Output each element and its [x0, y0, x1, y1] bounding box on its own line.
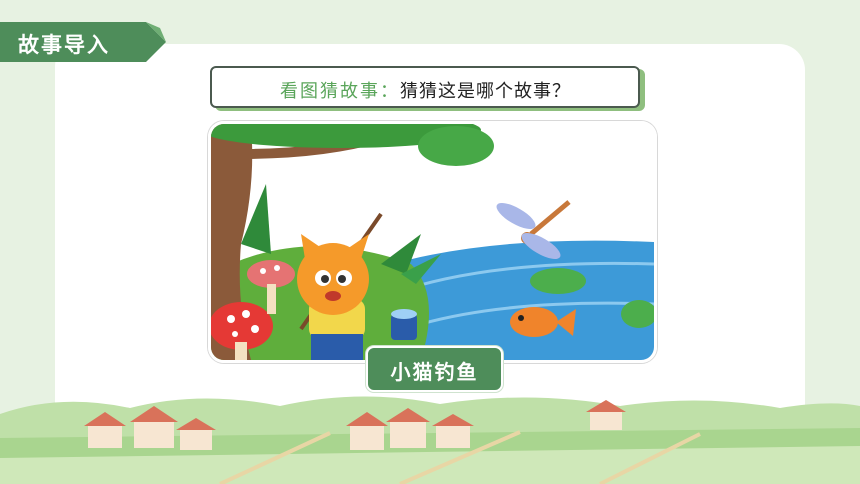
section-title: 故事导入	[18, 33, 110, 57]
lily-pad	[530, 268, 586, 294]
prompt-question: 猜猜这是哪个故事？	[400, 81, 571, 102]
village-landscape	[0, 396, 860, 484]
prompt-label: 看图猜故事：	[280, 81, 400, 102]
answer-label: 小猫钓鱼	[390, 360, 479, 384]
prompt-box: 看图猜故事：猜猜这是哪个故事？	[210, 66, 640, 108]
answer-button[interactable]: 小猫钓鱼	[366, 346, 503, 392]
section-tab: 故事导入	[0, 22, 166, 62]
mushroom	[247, 260, 295, 288]
story-illustration	[208, 121, 657, 363]
